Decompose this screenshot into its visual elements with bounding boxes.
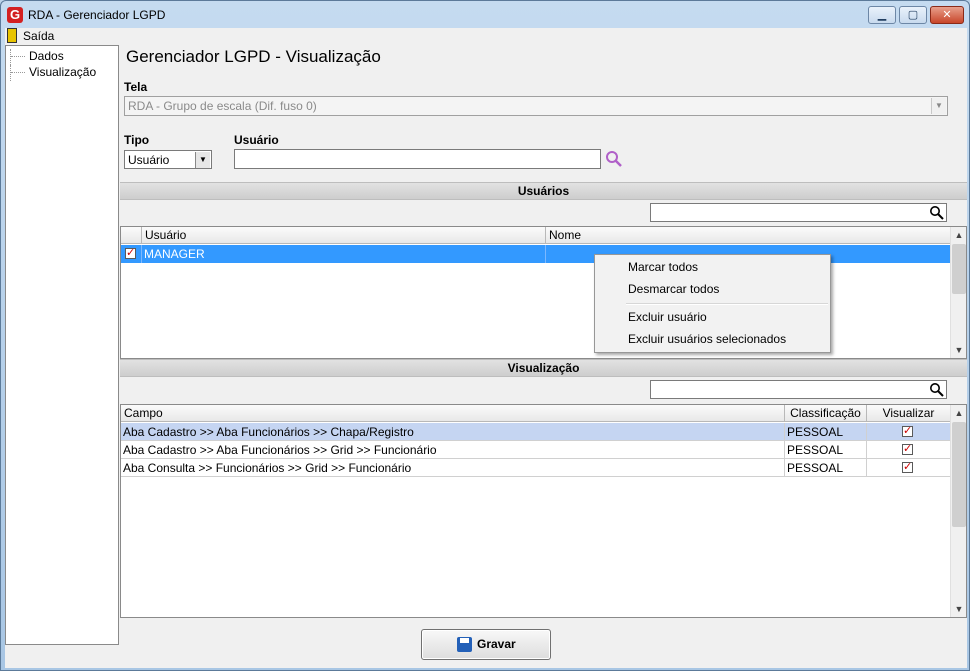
tela-select-value: RDA - Grupo de escala (Dif. fuso 0)	[128, 99, 317, 113]
cell-visualizar: ✓	[867, 459, 950, 477]
search-icon[interactable]	[929, 382, 945, 398]
arrow-down-icon[interactable]: ▼	[951, 601, 966, 617]
usuarios-grid: Usuário Nome ✓ MANAGER ▲ ▼	[120, 226, 967, 359]
arrow-up-icon[interactable]: ▲	[951, 227, 966, 243]
cell-usuario: MANAGER	[142, 245, 546, 263]
visualizar-checkbox[interactable]: ✓	[902, 462, 913, 473]
cell-campo: Aba Consulta >> Funcionários >> Grid >> …	[121, 459, 785, 477]
column-header-visualizar[interactable]: Visualizar	[867, 405, 950, 422]
search-icon[interactable]	[605, 150, 623, 168]
floppy-disk-icon	[457, 637, 472, 652]
context-menu: Marcar todos Desmarcar todos Excluir usu…	[594, 254, 831, 353]
tree-item-dados[interactable]: Dados	[10, 49, 64, 65]
table-row[interactable]: Aba Cadastro >> Aba Funcionários >> Chap…	[121, 423, 950, 441]
table-row[interactable]: Aba Cadastro >> Aba Funcionários >> Grid…	[121, 441, 950, 459]
exit-menu-item[interactable]: Saída	[5, 28, 55, 45]
select-column-header[interactable]	[121, 227, 142, 244]
exit-door-icon	[7, 28, 17, 43]
cell-visualizar: ✓	[867, 423, 950, 441]
arrow-down-icon[interactable]: ▼	[951, 342, 966, 358]
tipo-select-value: Usuário	[128, 153, 170, 167]
arrow-up-icon[interactable]: ▲	[951, 405, 966, 421]
usuarios-section-header: Usuários	[120, 182, 967, 200]
row-select-cell[interactable]: ✓	[121, 245, 142, 263]
tipo-select[interactable]: Usuário ▼	[124, 150, 212, 169]
ctx-item-marcar-todos[interactable]: Marcar todos	[597, 257, 828, 278]
context-menu-separator	[626, 303, 828, 305]
scrollbar-thumb[interactable]	[952, 422, 966, 527]
usuario-label: Usuário	[234, 133, 279, 147]
app-logo-icon: G	[7, 7, 23, 23]
usuarios-filter-input[interactable]	[650, 203, 947, 222]
cell-campo: Aba Cadastro >> Aba Funcionários >> Chap…	[121, 423, 785, 441]
cell-classificacao: PESSOAL	[785, 441, 867, 459]
row-checkbox[interactable]: ✓	[125, 248, 136, 259]
visualizar-checkbox[interactable]: ✓	[902, 426, 913, 437]
cell-campo: Aba Cadastro >> Aba Funcionários >> Grid…	[121, 441, 785, 459]
search-icon[interactable]	[929, 205, 945, 221]
client-area: Saída Dados Visualização Gerenciador LGP…	[5, 28, 967, 668]
window-title: RDA - Gerenciador LGPD	[28, 8, 166, 22]
menu-bar: Saída	[5, 28, 967, 45]
visualizacao-filter-input[interactable]	[650, 380, 947, 399]
ctx-item-excluir-usuario[interactable]: Excluir usuário	[597, 307, 828, 328]
exit-menu-label: Saída	[23, 29, 55, 43]
navigation-tree: Dados Visualização	[5, 45, 119, 645]
chevron-down-icon: ▼	[195, 152, 210, 168]
chevron-down-icon: ▼	[931, 98, 946, 114]
column-header-nome[interactable]: Nome	[546, 227, 950, 244]
table-row[interactable]: Aba Consulta >> Funcionários >> Grid >> …	[121, 459, 950, 477]
cell-classificacao: PESSOAL	[785, 459, 867, 477]
minimize-button[interactable]: ▁	[868, 6, 896, 24]
visualizacao-section-header: Visualização	[120, 359, 967, 377]
tree-item-visualizacao[interactable]: Visualização	[10, 65, 96, 81]
visualizacao-grid-header: Campo Classificação Visualizar	[121, 405, 950, 422]
app-window: G RDA - Gerenciador LGPD ▁ ▢ ✕ Saída Dad…	[0, 0, 970, 671]
cell-classificacao: PESSOAL	[785, 423, 867, 441]
usuarios-scrollbar[interactable]: ▲ ▼	[950, 227, 966, 358]
close-button[interactable]: ✕	[930, 6, 964, 24]
maximize-button[interactable]: ▢	[899, 6, 927, 24]
ctx-item-excluir-selecionados[interactable]: Excluir usuários selecionados	[597, 329, 828, 350]
column-header-campo[interactable]: Campo	[121, 405, 785, 422]
column-header-classificacao[interactable]: Classificação	[785, 405, 867, 422]
tipo-label: Tipo	[124, 133, 150, 147]
usuario-input[interactable]	[234, 149, 601, 169]
visualizacao-grid: Campo Classificação Visualizar Aba Cadas…	[120, 404, 967, 618]
tela-select[interactable]: RDA - Grupo de escala (Dif. fuso 0) ▼	[124, 96, 948, 116]
save-button[interactable]: Gravar	[421, 629, 551, 660]
visualizacao-scrollbar[interactable]: ▲ ▼	[950, 405, 966, 617]
cell-visualizar: ✓	[867, 441, 950, 459]
usuarios-grid-header: Usuário Nome	[121, 227, 950, 244]
page-title: Gerenciador LGPD - Visualização	[126, 47, 381, 66]
ctx-item-desmarcar-todos[interactable]: Desmarcar todos	[597, 279, 828, 300]
visualizar-checkbox[interactable]: ✓	[902, 444, 913, 455]
tela-label: Tela	[124, 80, 148, 94]
scrollbar-thumb[interactable]	[952, 244, 966, 294]
save-button-label: Gravar	[477, 637, 516, 651]
column-header-usuario[interactable]: Usuário	[142, 227, 546, 244]
title-bar[interactable]: G RDA - Gerenciador LGPD ▁ ▢ ✕	[1, 1, 969, 28]
